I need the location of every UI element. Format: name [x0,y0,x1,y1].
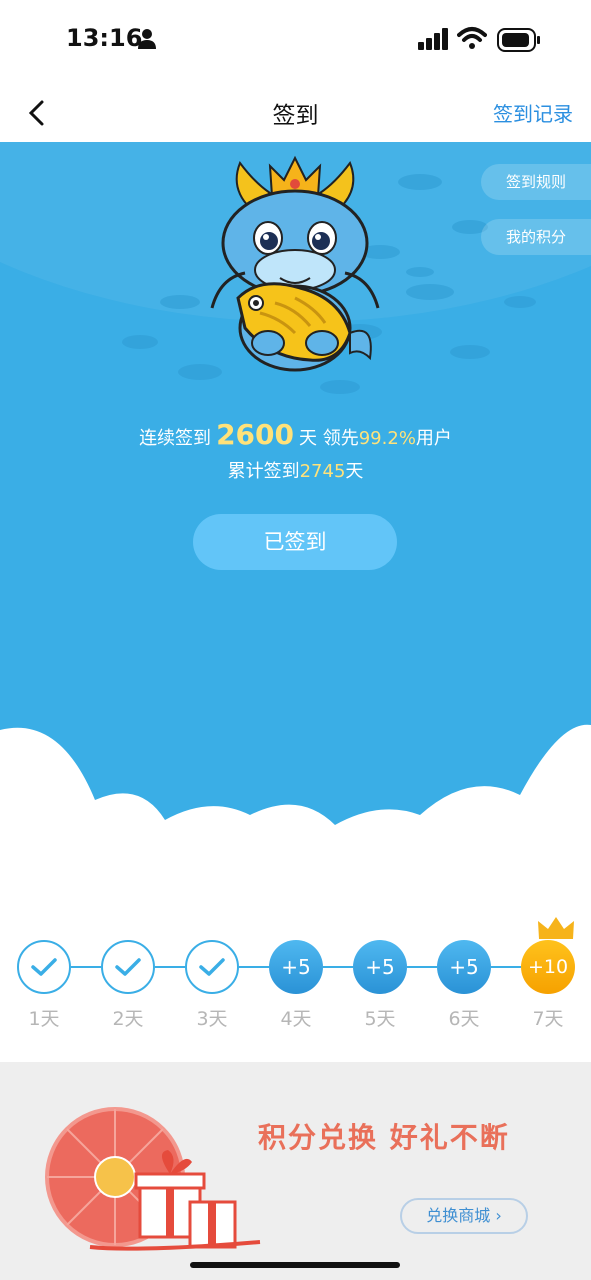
status-time: 13:16 [66,24,143,52]
exchange-mall-label: 兑换商城 [426,1206,491,1225]
day-label: 2天 [112,1008,144,1030]
home-indicator [190,1262,400,1268]
total-unit: 天 [345,461,364,482]
total-days-count: 2745 [299,461,346,482]
streak-summary: 连续签到 2600 天 领先99.2%用户 [0,418,591,451]
reward-points: +10 [521,940,575,994]
day-5: +5 5天 [353,940,409,1031]
wifi-icon [457,27,487,49]
cloud-decoration [0,724,591,900]
checkmark-icon [17,940,71,994]
checkin-records-link[interactable]: 签到记录 [493,98,573,127]
promo-title: 积分兑换 好礼不断 [258,1121,510,1154]
reward-points: +5 [269,940,323,994]
day-1: 1天 [17,940,73,1031]
signal-icon [418,28,448,50]
dragon-mascot-illustration [210,155,380,372]
my-points-button[interactable]: 我的积分 [481,219,591,255]
reward-points: +5 [353,940,407,994]
day-connector [407,966,437,968]
person-icon [138,29,156,49]
battery-icon [497,28,540,52]
total-prefix: 累计签到 [227,461,300,482]
rules-button[interactable]: 签到规则 [481,164,591,200]
day-connector [491,966,521,968]
day-label: 5天 [364,1008,396,1030]
day-2: 2天 [101,940,157,1031]
checkmark-icon [101,940,155,994]
day-3: 3天 [185,940,241,1031]
day-label: 1天 [28,1008,60,1030]
day-connector [71,966,101,968]
nav-bar: 签到 签到记录 [0,82,591,142]
points-exchange-banner[interactable]: 积分兑换 好礼不断 兑换商城 › [0,1062,591,1280]
streak-prefix: 连续签到 [139,428,212,449]
chevron-right-icon: › [495,1206,502,1225]
day-label: 3天 [196,1008,228,1030]
day-7: +10 7天 [521,940,577,1031]
prize-wheel-illustration [45,1107,261,1251]
status-bar: 13:16 [0,0,591,80]
day-label: 7天 [532,1008,564,1030]
weekly-checkin-row: 1天 2天 3天 +5 4天 +5 5天 +5 6天 +10 7天 [0,930,591,1040]
reward-points: +5 [437,940,491,994]
day-6: +5 6天 [437,940,493,1031]
streak-unit: 天 [299,428,317,449]
signed-in-button[interactable]: 已签到 [193,514,397,570]
day-connector [323,966,353,968]
lead-suffix: 用户 [415,428,452,449]
day-4: +5 4天 [269,940,325,1031]
day-label: 4天 [280,1008,312,1030]
day-label: 6天 [448,1008,480,1030]
streak-days-count: 2600 [216,418,294,451]
checkmark-icon [185,940,239,994]
lead-label: 领先 [322,428,359,449]
total-summary: 累计签到2745天 [0,457,591,483]
day-connector [239,966,269,968]
exchange-mall-button[interactable]: 兑换商城 › [400,1198,528,1234]
crown-icon [538,917,574,939]
day-connector [155,966,185,968]
lead-percent: 99.2% [358,428,416,449]
